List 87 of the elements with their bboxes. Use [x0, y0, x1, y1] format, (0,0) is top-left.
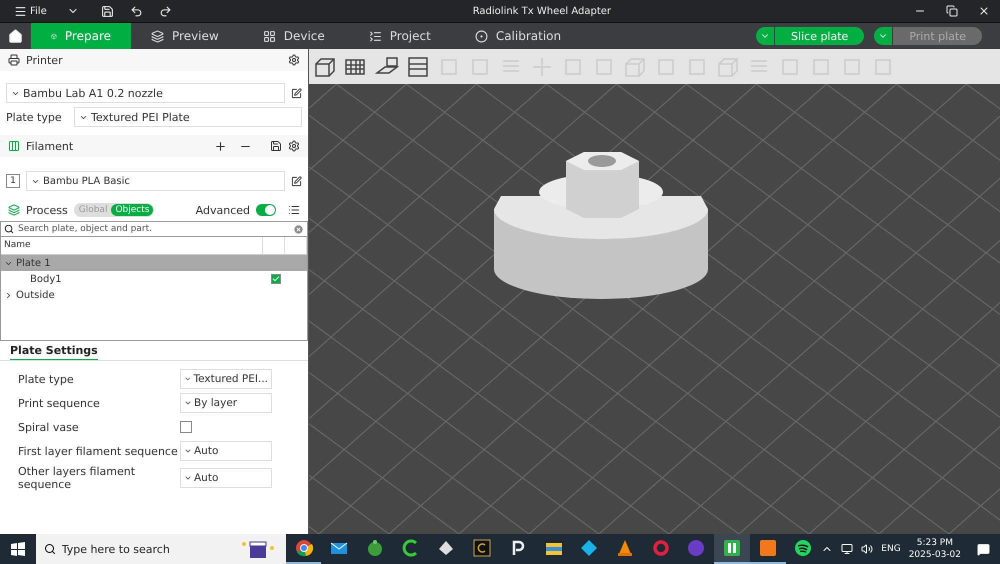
tab-icon [368, 30, 382, 42]
clear-icon[interactable] [293, 224, 304, 234]
tree-row[interactable]: Body1 [1, 271, 307, 287]
app-icon [650, 538, 671, 558]
home-icon [8, 28, 23, 44]
field-label: Plate type [6, 110, 63, 124]
nav-tab[interactable]: Preview [131, 23, 239, 49]
tree-label: Body1 [30, 274, 62, 284]
plate-type-select[interactable]: Textured PEI Plate [74, 107, 302, 127]
tab-icon [151, 30, 164, 42]
tab-icon [474, 30, 488, 42]
nav-tab[interactable]: Device [242, 23, 345, 49]
check-icon [272, 275, 280, 283]
setting-label: Plate type [18, 372, 75, 388]
caret-icon [184, 399, 192, 407]
restore-icon[interactable] [946, 5, 958, 17]
nav-tab[interactable]: Calibration [454, 23, 582, 49]
section-title: Process [26, 204, 68, 216]
printer-icon [8, 54, 20, 66]
dropdown-button[interactable] [756, 27, 774, 45]
checkbox[interactable] [180, 421, 192, 433]
volume-icon[interactable] [861, 543, 874, 555]
app-icon [294, 538, 314, 558]
filament-select[interactable]: Bambu PLA Basic [26, 171, 285, 191]
app-icon [722, 538, 742, 558]
section-title: Printer [26, 54, 63, 66]
add-icon[interactable] [214, 140, 227, 152]
app-icon [472, 538, 492, 558]
settings-tab[interactable]: Plate Settings [10, 344, 98, 360]
redo-icon[interactable] [158, 4, 172, 18]
taskbar-search[interactable]: Type here to search [62, 542, 232, 556]
printer-select[interactable]: Bambu Lab A1 0.2 nozzle [6, 83, 285, 103]
search-field[interactable]: Search plate, object and part. [18, 224, 289, 234]
expand-icon[interactable] [4, 290, 13, 300]
model-drawing[interactable] [494, 152, 708, 299]
process-icon [8, 204, 20, 216]
save-icon[interactable] [100, 4, 114, 18]
setting-select[interactable]: By layer [180, 393, 272, 413]
setting-select[interactable]: Textured PEI... [180, 369, 272, 389]
setting-label: First layer filament sequence [18, 444, 179, 460]
app-icon [579, 538, 600, 558]
caret-icon [184, 375, 192, 383]
setting-label: Print sequence [18, 396, 101, 412]
settings-icon[interactable] [288, 54, 300, 66]
toolbar-icon[interactable] [406, 54, 430, 78]
taskbar-app[interactable] [714, 534, 750, 564]
setting-label: Other layers filament sequence [18, 465, 136, 491]
tree-label: Plate 1 [16, 258, 51, 268]
edit-icon[interactable] [291, 176, 302, 186]
filament-number: 1 [6, 174, 20, 188]
clock-time[interactable]: 5:23 PM [916, 537, 953, 549]
clock-date[interactable]: 2025-03-02 [908, 549, 962, 561]
search-box[interactable]: Search plate, object and part. [0, 221, 308, 237]
menu-icon [14, 4, 27, 18]
language-indicator[interactable]: ENG [881, 544, 901, 554]
notification-icon[interactable] [977, 542, 990, 556]
dropdown-button[interactable] [874, 27, 892, 45]
tree-label: Outside [16, 290, 55, 300]
filament-icon [8, 140, 20, 152]
caret-icon [184, 474, 192, 482]
app-icon [758, 538, 778, 558]
app-icon [365, 538, 385, 558]
close-icon[interactable] [978, 5, 990, 17]
column-header: Name [1, 237, 263, 254]
section-title: Filament [26, 140, 74, 152]
search-icon [44, 543, 56, 555]
app-icon [793, 538, 814, 558]
taskbar-search-box[interactable]: Type here to search [36, 534, 286, 564]
setting-select[interactable]: Auto [180, 468, 272, 488]
windows-icon[interactable] [10, 542, 25, 556]
app-icon [686, 538, 706, 558]
setting-select[interactable]: Auto [180, 441, 272, 461]
caret-icon [184, 447, 192, 455]
tab-icon [262, 30, 276, 42]
checkbox[interactable] [271, 274, 281, 284]
settings-icon[interactable] [288, 140, 300, 152]
search-icon [4, 224, 14, 234]
tree-row[interactable]: Plate 1 [1, 255, 307, 271]
advanced-toggle[interactable] [256, 204, 276, 216]
toggle-label: Advanced [196, 204, 250, 216]
window-title: Radiolink Tx Wheel Adapter [472, 6, 612, 16]
nav-tab[interactable]: Project [348, 23, 451, 49]
file-menu[interactable]: File [8, 0, 53, 22]
tree-row[interactable]: Outside [1, 287, 307, 303]
undo-icon[interactable] [130, 4, 143, 18]
edit-icon[interactable] [291, 88, 302, 98]
setting-label: Spiral vase [18, 420, 80, 436]
